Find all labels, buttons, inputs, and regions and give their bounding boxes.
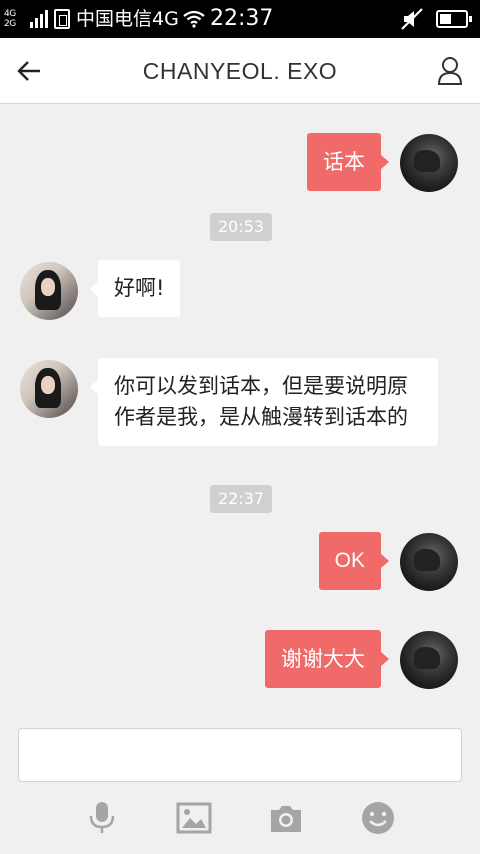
message-input[interactable] [18,728,462,782]
timestamp: 20:53 [210,213,273,241]
carrier-name: 中国电信4G [76,8,179,30]
camera-icon[interactable] [268,800,304,836]
status-bar: 4G 2G 中国电信4G 22:37 [0,0,480,38]
avatar[interactable] [20,360,78,418]
network-type-bottom: 2G [4,19,16,29]
battery-icon [436,10,472,28]
avatar[interactable] [400,533,458,591]
message-bubble-outgoing[interactable]: OK [318,532,390,590]
wifi-icon [183,10,205,28]
profile-icon[interactable] [436,56,464,86]
avatar[interactable] [400,631,458,689]
timestamp: 22:37 [210,485,273,513]
microphone-icon[interactable] [84,800,120,836]
status-time: 22:37 [210,6,274,31]
page-title: CHANYEOL. EXO [142,58,338,84]
back-arrow-icon[interactable] [16,58,44,84]
message-bubble-outgoing[interactable]: 谢谢大大 [265,630,389,688]
battery-level [440,14,451,24]
chat-header: CHANYEOL. EXO [0,38,480,104]
network-type-top: 4G [4,9,16,19]
avatar[interactable] [400,134,458,192]
message-bubble-incoming[interactable]: 你可以发到话本，但是要说明原作者是我，是从触漫转到话本的 [90,358,438,446]
sim-card-icon [54,9,70,29]
network-type: 4G 2G [4,9,16,29]
mute-icon [401,8,423,30]
message-bubble-outgoing[interactable]: 话本 [307,133,389,191]
image-icon[interactable] [176,800,212,836]
signal-icon [30,10,48,28]
emoji-icon[interactable] [360,800,396,836]
message-bubble-incoming[interactable]: 好啊! [89,260,181,317]
avatar[interactable] [20,262,78,320]
